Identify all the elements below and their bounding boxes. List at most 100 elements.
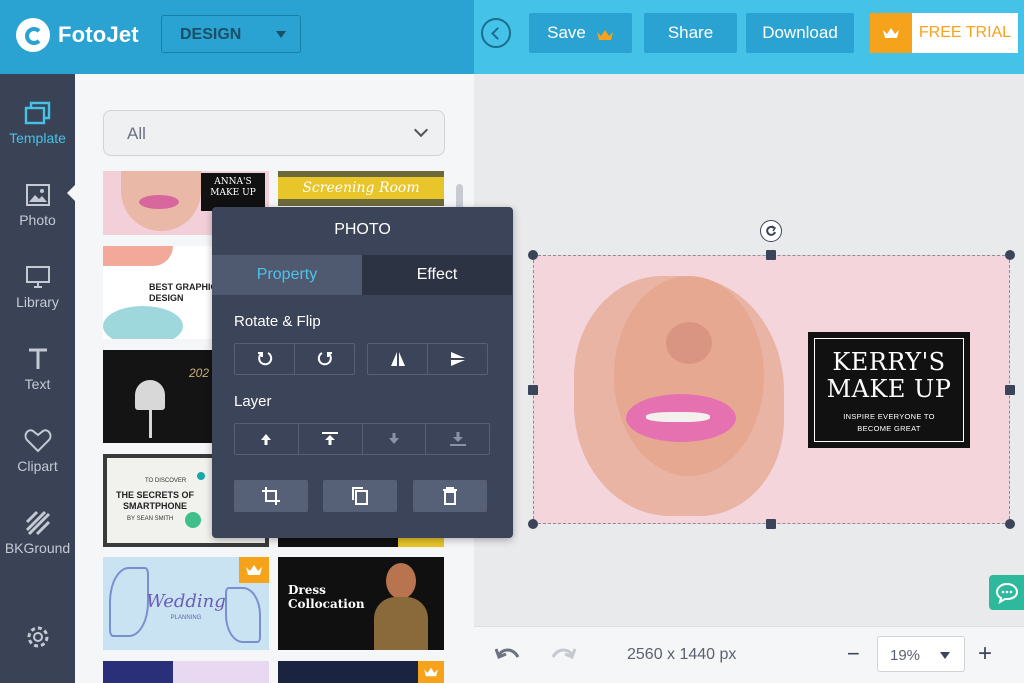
flip-vertical-icon bbox=[450, 352, 465, 366]
face-skin bbox=[614, 276, 764, 476]
redo-icon bbox=[551, 648, 577, 659]
brand-title: KERRY'S MAKE UP bbox=[815, 349, 963, 403]
download-button[interactable]: Download bbox=[746, 13, 854, 53]
nav-library[interactable]: Library bbox=[0, 264, 75, 334]
save-button[interactable]: Save bbox=[529, 13, 632, 53]
heart-icon bbox=[24, 429, 51, 453]
rotate-left-button[interactable] bbox=[235, 344, 295, 374]
nav-text[interactable]: Text bbox=[0, 346, 75, 416]
logo[interactable]: FotoJet bbox=[16, 18, 139, 52]
redo-button[interactable] bbox=[550, 645, 577, 668]
template-thumb[interactable]: Wedding PLANNING bbox=[103, 557, 269, 650]
tab-property[interactable]: Property bbox=[212, 255, 362, 295]
free-trial-crown-button[interactable] bbox=[870, 13, 912, 53]
zoom-out-button[interactable]: − bbox=[847, 641, 860, 667]
resize-handle-top[interactable] bbox=[766, 250, 776, 260]
resize-handle-bottom[interactable] bbox=[766, 519, 776, 529]
tab-effect[interactable]: Effect bbox=[362, 255, 512, 295]
left-nav: Template Photo Library Text Clipart BKGr… bbox=[0, 74, 76, 683]
rotate-left-icon bbox=[257, 352, 272, 366]
share-label: Share bbox=[667, 23, 714, 42]
bring-to-front-button[interactable] bbox=[299, 424, 363, 454]
rotate-handle[interactable] bbox=[760, 220, 782, 242]
resize-handle-right[interactable] bbox=[1005, 385, 1015, 395]
photo-panel-title: PHOTO bbox=[334, 221, 391, 238]
nav-text-label: Text bbox=[24, 376, 51, 392]
nav-template[interactable]: Template bbox=[0, 100, 75, 170]
rotate-right-button[interactable] bbox=[295, 344, 354, 374]
bring-to-front-icon bbox=[322, 432, 339, 445]
flip-horizontal-button[interactable] bbox=[368, 344, 428, 374]
nav-background-label: BKGround bbox=[4, 540, 71, 556]
resize-handle-bottom-right[interactable] bbox=[1005, 519, 1015, 529]
thumb-title: BEST GRAPHIC DESIGN bbox=[149, 282, 218, 303]
logo-text: FotoJet bbox=[58, 22, 139, 47]
header-left: FotoJet DESIGN bbox=[0, 0, 474, 74]
flip-vertical-button[interactable] bbox=[428, 344, 487, 374]
resize-handle-bottom-left[interactable] bbox=[528, 519, 538, 529]
text-icon bbox=[28, 348, 47, 369]
undo-button[interactable] bbox=[494, 645, 521, 668]
brand-subtitle-line1: INSPIRE EVERYONE TO bbox=[843, 412, 935, 421]
delete-button[interactable] bbox=[413, 480, 487, 512]
design-select-value: DESIGN bbox=[180, 26, 242, 43]
caret-down-icon bbox=[276, 31, 286, 38]
back-button[interactable] bbox=[481, 18, 511, 48]
premium-badge bbox=[239, 557, 269, 583]
crown-icon bbox=[246, 565, 262, 575]
chat-button[interactable] bbox=[989, 575, 1024, 610]
photo-icon bbox=[25, 184, 50, 206]
crown-icon bbox=[424, 667, 438, 677]
crop-button[interactable] bbox=[234, 480, 308, 512]
flip-horizontal-icon bbox=[390, 352, 405, 366]
design-select[interactable]: DESIGN bbox=[161, 15, 301, 53]
template-thumb[interactable] bbox=[278, 661, 444, 683]
thumb-title: Dress Collocation bbox=[288, 583, 365, 611]
template-filter-select[interactable]: All bbox=[103, 110, 445, 156]
premium-badge bbox=[418, 661, 444, 683]
bring-forward-icon bbox=[261, 434, 272, 445]
nav-library-label: Library bbox=[16, 294, 59, 310]
thumb-shape-teal bbox=[103, 306, 183, 339]
nav-clipart[interactable]: Clipart bbox=[0, 428, 75, 498]
download-label: Download bbox=[762, 23, 838, 42]
zoom-in-button[interactable]: + bbox=[978, 640, 992, 668]
canvas-design-image[interactable]: KERRY'S MAKE UP INSPIRE EVERYONE TO BECO… bbox=[533, 255, 1010, 524]
free-trial-button[interactable]: FREE TRIAL bbox=[912, 13, 1018, 53]
brand-logo-box[interactable]: KERRY'S MAKE UP INSPIRE EVERYONE TO BECO… bbox=[808, 332, 970, 448]
undo-icon bbox=[494, 648, 520, 659]
rotate-icon bbox=[766, 225, 777, 236]
layer-group bbox=[234, 423, 490, 455]
share-button[interactable]: Share bbox=[644, 13, 737, 53]
free-trial-label: FREE TRIAL bbox=[918, 24, 1012, 41]
thumb-floral-right bbox=[225, 587, 261, 643]
rotate-group bbox=[234, 343, 355, 375]
zoom-value: 19% bbox=[890, 647, 921, 664]
nav-background[interactable]: BKGround bbox=[0, 510, 75, 580]
nav-settings[interactable] bbox=[0, 624, 75, 683]
nav-photo[interactable]: Photo bbox=[0, 182, 75, 252]
brand-subtitle-line2: BECOME GREAT bbox=[857, 424, 921, 433]
bring-forward-button[interactable] bbox=[235, 424, 299, 454]
resize-handle-top-right[interactable] bbox=[1005, 250, 1015, 260]
thumb-woman-face bbox=[386, 563, 416, 599]
template-thumb[interactable]: Screening Room bbox=[278, 171, 444, 206]
gear-icon bbox=[27, 626, 48, 648]
trash-icon bbox=[443, 487, 457, 505]
duplicate-button[interactable] bbox=[323, 480, 397, 512]
caret-down-icon bbox=[940, 652, 950, 659]
template-thumb[interactable]: Dress Collocation bbox=[278, 557, 444, 650]
resize-handle-top-left[interactable] bbox=[528, 250, 538, 260]
send-backward-button[interactable] bbox=[363, 424, 427, 454]
zoom-select[interactable]: 19% bbox=[877, 636, 965, 672]
nose bbox=[666, 322, 712, 364]
thumb-green-dot bbox=[185, 512, 201, 528]
duplicate-icon bbox=[352, 487, 368, 505]
template-thumb[interactable] bbox=[103, 661, 269, 683]
thumb-title: ANNA'S MAKE UP bbox=[201, 173, 265, 211]
brand-logo-inner: KERRY'S MAKE UP INSPIRE EVERYONE TO BECO… bbox=[814, 338, 964, 442]
nav-template-label: Template bbox=[9, 130, 66, 146]
send-to-back-button[interactable] bbox=[426, 424, 489, 454]
top-header: FotoJet DESIGN Save Share Download FREE … bbox=[0, 0, 1024, 74]
resize-handle-left[interactable] bbox=[528, 385, 538, 395]
